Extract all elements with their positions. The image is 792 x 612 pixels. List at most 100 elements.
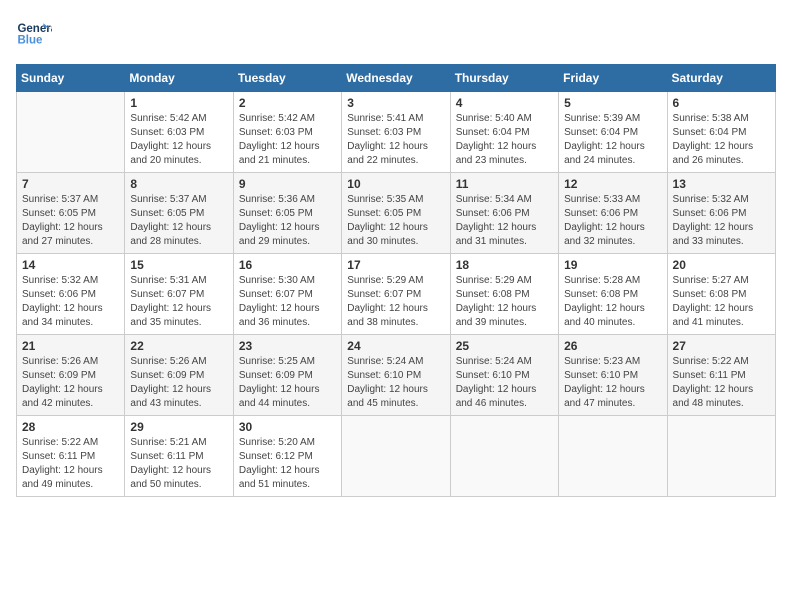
day-cell: 29 Sunrise: 5:21 AM Sunset: 6:11 PM Dayli… <box>125 416 233 497</box>
day-number: 26 <box>564 339 661 353</box>
day-number: 24 <box>347 339 444 353</box>
day-number: 6 <box>673 96 770 110</box>
day-info: Sunrise: 5:37 AM Sunset: 6:05 PM Dayligh… <box>22 193 119 249</box>
day-cell: 12Sunrise: 5:33 AM Sunset: 6:06 PM Dayli… <box>559 173 667 254</box>
logo: General Blue <box>16 16 52 52</box>
day-cell: 15Sunrise: 5:31 AM Sunset: 6:07 PM Dayli… <box>125 254 233 335</box>
week-row-1: 1 Sunrise: 5:42 AM Sunset: 6:03 PM Daylig… <box>17 92 776 173</box>
day-cell: 5 Sunrise: 5:39 AM Sunset: 6:04 PM Daylig… <box>559 92 667 173</box>
day-info: Sunrise: 5:24 AM Sunset: 6:10 PM Dayligh… <box>347 355 444 411</box>
column-header-friday: Friday <box>559 65 667 92</box>
day-info: Sunrise: 5:42 AM Sunset: 6:03 PM Dayligh… <box>239 112 336 168</box>
day-number: 5 <box>564 96 661 110</box>
day-info: Sunrise: 5:32 AM Sunset: 6:06 PM Dayligh… <box>22 274 119 330</box>
column-header-monday: Monday <box>125 65 233 92</box>
week-row-2: 7 Sunrise: 5:37 AM Sunset: 6:05 PM Daylig… <box>17 173 776 254</box>
day-info: Sunrise: 5:24 AM Sunset: 6:10 PM Dayligh… <box>456 355 553 411</box>
day-cell: 16Sunrise: 5:30 AM Sunset: 6:07 PM Dayli… <box>233 254 341 335</box>
day-cell: 9 Sunrise: 5:36 AM Sunset: 6:05 PM Daylig… <box>233 173 341 254</box>
day-info: Sunrise: 5:26 AM Sunset: 6:09 PM Dayligh… <box>130 355 227 411</box>
day-number: 30 <box>239 420 336 434</box>
day-info: Sunrise: 5:32 AM Sunset: 6:06 PM Dayligh… <box>673 193 770 249</box>
week-row-5: 28 Sunrise: 5:22 AM Sunset: 6:11 PM Dayli… <box>17 416 776 497</box>
week-row-4: 21 Sunrise: 5:26 AM Sunset: 6:09 PM Dayli… <box>17 335 776 416</box>
day-number: 15 <box>130 258 227 272</box>
day-number: 27 <box>673 339 770 353</box>
day-cell: 24 Sunrise: 5:24 AM Sunset: 6:10 PM Dayli… <box>342 335 450 416</box>
day-info: Sunrise: 5:21 AM Sunset: 6:11 PM Dayligh… <box>130 436 227 492</box>
day-number: 21 <box>22 339 119 353</box>
day-number: 7 <box>22 177 119 191</box>
day-cell: 4 Sunrise: 5:40 AM Sunset: 6:04 PM Daylig… <box>450 92 558 173</box>
day-number: 10 <box>347 177 444 191</box>
day-info: Sunrise: 5:29 AM Sunset: 6:07 PM Dayligh… <box>347 274 444 330</box>
day-cell <box>342 416 450 497</box>
day-cell <box>17 92 125 173</box>
day-info: Sunrise: 5:37 AM Sunset: 6:05 PM Dayligh… <box>130 193 227 249</box>
day-cell: 17 Sunrise: 5:29 AM Sunset: 6:07 PM Dayli… <box>342 254 450 335</box>
day-info: Sunrise: 5:22 AM Sunset: 6:11 PM Dayligh… <box>22 436 119 492</box>
day-number: 28 <box>22 420 119 434</box>
column-header-thursday: Thursday <box>450 65 558 92</box>
day-number: 4 <box>456 96 553 110</box>
day-number: 8 <box>130 177 227 191</box>
day-info: Sunrise: 5:20 AM Sunset: 6:12 PM Dayligh… <box>239 436 336 492</box>
column-header-wednesday: Wednesday <box>342 65 450 92</box>
column-header-tuesday: Tuesday <box>233 65 341 92</box>
day-number: 29 <box>130 420 227 434</box>
day-number: 2 <box>239 96 336 110</box>
day-cell: 22 Sunrise: 5:26 AM Sunset: 6:09 PM Dayli… <box>125 335 233 416</box>
day-number: 9 <box>239 177 336 191</box>
day-cell: 11 Sunrise: 5:34 AM Sunset: 6:06 PM Dayli… <box>450 173 558 254</box>
logo-icon: General Blue <box>16 16 52 52</box>
day-number: 14 <box>22 258 119 272</box>
day-number: 18 <box>456 258 553 272</box>
day-number: 23 <box>239 339 336 353</box>
day-cell: 23Sunrise: 5:25 AM Sunset: 6:09 PM Dayli… <box>233 335 341 416</box>
day-number: 19 <box>564 258 661 272</box>
day-info: Sunrise: 5:22 AM Sunset: 6:11 PM Dayligh… <box>673 355 770 411</box>
day-info: Sunrise: 5:36 AM Sunset: 6:05 PM Dayligh… <box>239 193 336 249</box>
day-cell: 25 Sunrise: 5:24 AM Sunset: 6:10 PM Dayli… <box>450 335 558 416</box>
page-header: General Blue <box>16 16 776 52</box>
day-cell: 13 Sunrise: 5:32 AM Sunset: 6:06 PM Dayli… <box>667 173 775 254</box>
day-info: Sunrise: 5:33 AM Sunset: 6:06 PM Dayligh… <box>564 193 661 249</box>
day-cell: 2 Sunrise: 5:42 AM Sunset: 6:03 PM Daylig… <box>233 92 341 173</box>
day-cell: 8 Sunrise: 5:37 AM Sunset: 6:05 PM Daylig… <box>125 173 233 254</box>
day-cell: 6 Sunrise: 5:38 AM Sunset: 6:04 PM Daylig… <box>667 92 775 173</box>
day-number: 20 <box>673 258 770 272</box>
day-info: Sunrise: 5:40 AM Sunset: 6:04 PM Dayligh… <box>456 112 553 168</box>
day-number: 13 <box>673 177 770 191</box>
day-info: Sunrise: 5:28 AM Sunset: 6:08 PM Dayligh… <box>564 274 661 330</box>
day-info: Sunrise: 5:34 AM Sunset: 6:06 PM Dayligh… <box>456 193 553 249</box>
day-cell: 20 Sunrise: 5:27 AM Sunset: 6:08 PM Dayli… <box>667 254 775 335</box>
day-info: Sunrise: 5:39 AM Sunset: 6:04 PM Dayligh… <box>564 112 661 168</box>
day-cell: 7 Sunrise: 5:37 AM Sunset: 6:05 PM Daylig… <box>17 173 125 254</box>
day-number: 1 <box>130 96 227 110</box>
day-cell: 27 Sunrise: 5:22 AM Sunset: 6:11 PM Dayli… <box>667 335 775 416</box>
day-cell <box>667 416 775 497</box>
day-number: 11 <box>456 177 553 191</box>
day-cell <box>559 416 667 497</box>
day-cell: 21 Sunrise: 5:26 AM Sunset: 6:09 PM Dayli… <box>17 335 125 416</box>
day-number: 3 <box>347 96 444 110</box>
day-number: 25 <box>456 339 553 353</box>
day-number: 22 <box>130 339 227 353</box>
day-info: Sunrise: 5:27 AM Sunset: 6:08 PM Dayligh… <box>673 274 770 330</box>
day-info: Sunrise: 5:26 AM Sunset: 6:09 PM Dayligh… <box>22 355 119 411</box>
day-info: Sunrise: 5:38 AM Sunset: 6:04 PM Dayligh… <box>673 112 770 168</box>
day-info: Sunrise: 5:23 AM Sunset: 6:10 PM Dayligh… <box>564 355 661 411</box>
svg-text:General: General <box>17 23 52 35</box>
week-row-3: 14 Sunrise: 5:32 AM Sunset: 6:06 PM Dayli… <box>17 254 776 335</box>
day-info: Sunrise: 5:29 AM Sunset: 6:08 PM Dayligh… <box>456 274 553 330</box>
day-cell: 28 Sunrise: 5:22 AM Sunset: 6:11 PM Dayli… <box>17 416 125 497</box>
header-row: SundayMondayTuesdayWednesdayThursdayFrid… <box>17 65 776 92</box>
day-number: 16 <box>239 258 336 272</box>
day-cell: 26 Sunrise: 5:23 AM Sunset: 6:10 PM Dayli… <box>559 335 667 416</box>
day-cell: 14 Sunrise: 5:32 AM Sunset: 6:06 PM Dayli… <box>17 254 125 335</box>
calendar-table: SundayMondayTuesdayWednesdayThursdayFrid… <box>16 64 776 497</box>
column-header-sunday: Sunday <box>17 65 125 92</box>
day-cell <box>450 416 558 497</box>
day-number: 17 <box>347 258 444 272</box>
svg-text:Blue: Blue <box>17 34 43 46</box>
